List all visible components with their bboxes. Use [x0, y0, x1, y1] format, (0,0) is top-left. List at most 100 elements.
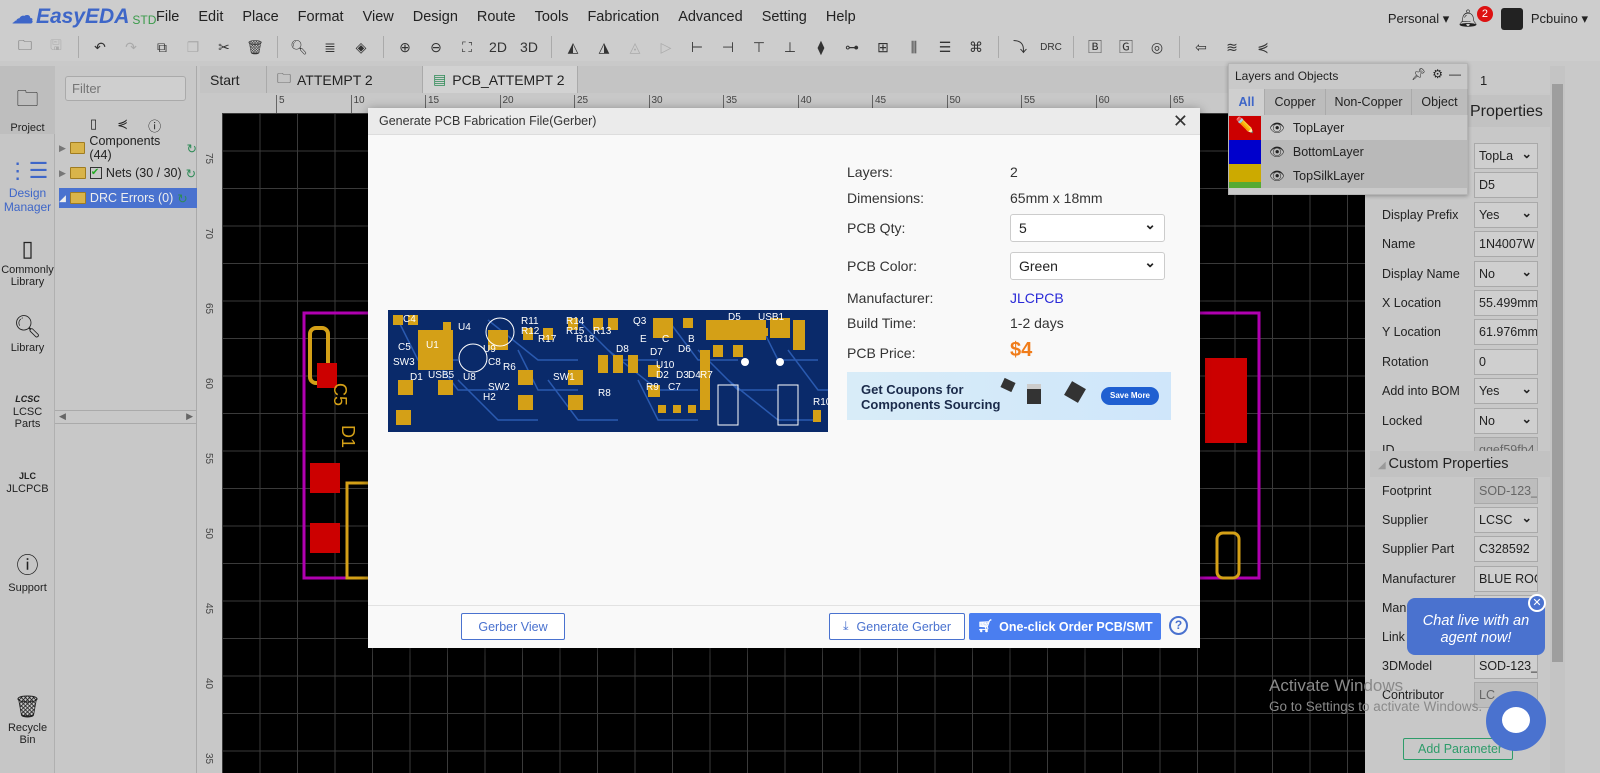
help-icon[interactable]: ? [1169, 616, 1188, 635]
open-icon[interactable]: 🗀 [14, 36, 36, 58]
rotate-right-icon[interactable]: ◮ [593, 36, 615, 58]
property-select[interactable]: Yes [1474, 378, 1538, 405]
property-input[interactable]: SOD-123_ [1474, 653, 1538, 680]
layers-tab-copper[interactable]: Copper [1265, 89, 1326, 115]
menu-advanced[interactable]: Advanced [678, 9, 743, 25]
layers-icon[interactable]: ≋ [1221, 36, 1243, 58]
delete-icon[interactable]: 🗑︎ [244, 36, 266, 58]
color-select[interactable]: Green [1010, 252, 1165, 280]
nav-design-manager[interactable]: ⋮☰ Design Manager [0, 158, 55, 214]
redo-icon[interactable]: ↷ [120, 36, 142, 58]
drc-button[interactable]: DRC [1040, 36, 1062, 58]
easyeda-logo[interactable]: ☁ EasyEDA STD [12, 4, 156, 29]
menu-tools[interactable]: Tools [535, 9, 569, 25]
share-icon[interactable]: ⋞ [1252, 36, 1274, 58]
workspace-dropdown[interactable]: Personal ▾ [1388, 11, 1449, 27]
vertical-scrollbar[interactable] [1550, 66, 1565, 773]
layers-tab-all[interactable]: All [1229, 89, 1265, 115]
layer-row-bottomlayer[interactable]: 👁︎ BottomLayer [1229, 140, 1467, 164]
save-icon[interactable]: 🖫 [45, 36, 67, 58]
menu-file[interactable]: File [156, 9, 179, 25]
property-select[interactable]: TopLa [1474, 143, 1538, 169]
property-input[interactable]: D5 [1474, 172, 1538, 199]
find-icon[interactable]: ≣ [319, 36, 341, 58]
align-bottom-icon[interactable]: ⊥ [779, 36, 801, 58]
close-icon[interactable]: ✕ [1173, 111, 1188, 132]
align-left-icon[interactable]: ⊢ [686, 36, 708, 58]
group-icon[interactable]: ⌘ [965, 36, 987, 58]
tab-start[interactable]: Start [200, 66, 267, 93]
horizontal-scrollbar[interactable]: ◀ ▶ [55, 410, 197, 424]
menu-fabrication[interactable]: Fabrication [587, 9, 659, 25]
gerber-view-button[interactable]: Gerber View [461, 613, 565, 640]
menu-setting[interactable]: Setting [762, 9, 807, 25]
menu-place[interactable]: Place [242, 9, 278, 25]
cut-icon[interactable]: ✂ [213, 36, 235, 58]
tab-pcb[interactable]: ▤ PCB_ATTEMPT 2 [423, 66, 578, 93]
coupon-banner[interactable]: Get Coupons for Components Sourcing Save … [847, 372, 1171, 420]
nav-project[interactable]: 🗀 Project [0, 66, 55, 134]
eraser-icon[interactable]: ◈ [350, 36, 372, 58]
tab-schematic[interactable]: 🗀 ATTEMPT 2 [267, 66, 423, 93]
qty-select[interactable]: 5 [1010, 214, 1165, 242]
nets-checkbox[interactable]: ✔ [89, 167, 102, 179]
layers-tab-object[interactable]: Object [1412, 89, 1468, 115]
chat-button[interactable] [1486, 691, 1546, 751]
manufacturer-link[interactable]: JLCPCB [1010, 290, 1064, 306]
eye-icon[interactable]: 👁︎ [1269, 121, 1285, 136]
refresh-icon[interactable]: ↻ [187, 141, 197, 156]
property-select[interactable]: Yes [1474, 201, 1538, 228]
nav-commonly-library[interactable]: ▯ Commonly Library [0, 236, 55, 288]
nav-support[interactable]: ⓘ Support [0, 548, 55, 594]
layer-row-topsilklayer[interactable]: 👁︎ TopSilkLayer [1229, 164, 1467, 188]
nav-library[interactable]: 🔍︎ Library [0, 314, 55, 354]
pin-icon[interactable]: 📌︎ [1411, 67, 1426, 81]
property-input[interactable]: C328592 [1474, 536, 1538, 563]
property-input[interactable]: 1N4007W [1474, 231, 1538, 258]
menu-format[interactable]: Format [298, 9, 344, 25]
paste-icon[interactable]: ❐ [182, 36, 204, 58]
eye-icon[interactable]: 👁︎ [1269, 145, 1285, 160]
minimize-icon[interactable]: — [1449, 67, 1461, 81]
undo-icon[interactable]: ↶ [89, 36, 111, 58]
bell-icon[interactable]: 🔔︎ [1457, 9, 1479, 29]
tree-nets[interactable]: ▶ ✔ Nets (30 / 30) ↻ [59, 163, 197, 183]
search-icon[interactable]: 🔍︎ [288, 36, 310, 58]
property-input[interactable]: 55.499mm [1474, 290, 1538, 316]
distribute-v-icon[interactable]: ☰ [934, 36, 956, 58]
menu-design[interactable]: Design [413, 9, 458, 25]
zoom-in-icon[interactable]: ⊕ [394, 36, 416, 58]
fit-icon[interactable]: ⛶ [456, 36, 478, 58]
menu-view[interactable]: View [363, 9, 394, 25]
gear-icon[interactable]: ⚙ [1432, 67, 1443, 81]
refresh-icon[interactable]: ↻ [186, 166, 196, 181]
nav-recycle-bin[interactable]: 🗑︎ Recycle Bin [0, 694, 55, 746]
eye-icon[interactable]: 👁︎ [1269, 169, 1285, 184]
menu-help[interactable]: Help [826, 9, 856, 25]
import-icon[interactable]: ⇦ [1190, 36, 1212, 58]
copy-icon[interactable]: ⧉ [151, 36, 173, 58]
generate-gerber-button[interactable]: ⤓ Generate Gerber [829, 613, 965, 640]
view-3d-button[interactable]: 3D [518, 36, 540, 58]
custom-properties-header[interactable]: ◢ Custom Properties [1370, 451, 1550, 477]
zoom-out-icon[interactable]: ⊖ [425, 36, 447, 58]
align-right-icon[interactable]: ⊣ [717, 36, 739, 58]
bom-icon[interactable]: 🄱 [1084, 36, 1106, 58]
property-select[interactable]: No [1474, 407, 1538, 434]
property-input[interactable]: 61.976mm [1474, 319, 1538, 346]
filter-input[interactable] [65, 76, 186, 101]
nets-icon[interactable]: ⋞ [117, 116, 128, 135]
align-center-h-icon[interactable]: ⧫ [810, 36, 832, 58]
layers-tab-non-copper[interactable]: Non-Copper [1326, 89, 1412, 115]
property-input[interactable]: 0 [1474, 348, 1538, 375]
menu-edit[interactable]: Edit [198, 9, 223, 25]
rotate-left-icon[interactable]: ◭ [562, 36, 584, 58]
property-select[interactable]: No [1474, 260, 1538, 287]
avatar[interactable] [1500, 8, 1523, 30]
order-pcb-button[interactable]: 🛒︎ One-click Order PCB/SMT [969, 613, 1161, 640]
tree-components[interactable]: ▶ Components (44) ↻ [59, 134, 197, 162]
align-top-icon[interactable]: ⊤ [748, 36, 770, 58]
gerber-icon[interactable]: 🄶 [1115, 36, 1137, 58]
align-center-v-icon[interactable]: ⊶ [841, 36, 863, 58]
pick-place-icon[interactable]: ◎ [1146, 36, 1168, 58]
